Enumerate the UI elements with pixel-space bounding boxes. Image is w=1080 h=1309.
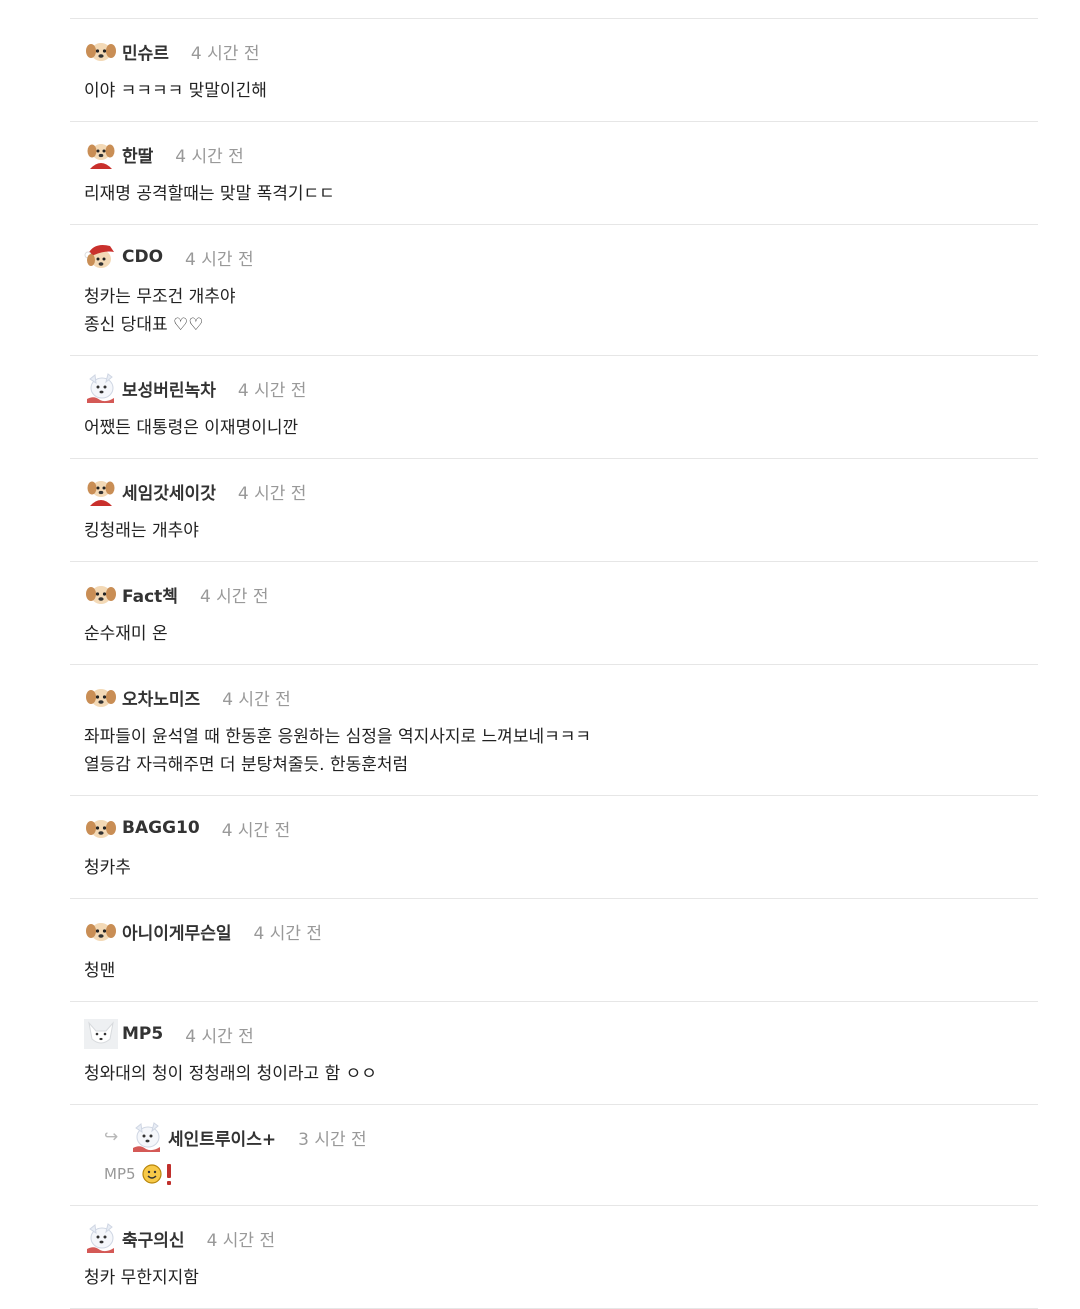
- comment-item: BAGG10 4 시간 전 청카추: [70, 796, 1038, 899]
- timestamp: 4 시간 전: [237, 380, 307, 401]
- reply-arrow-icon: ↪: [104, 1127, 119, 1147]
- comment-item: 한딸 4 시간 전 리재명 공격할때는 맞말 폭격기ㄷㄷ: [70, 122, 1038, 225]
- timestamp: 3 시간 전: [298, 1129, 367, 1150]
- white-dog-icon[interactable]: [84, 1223, 118, 1253]
- nickname[interactable]: CDO: [122, 247, 163, 267]
- comment-item: CDO 4 시간 전 청카는 무조건 개추야 종신 당대표 ♡♡: [70, 225, 1038, 356]
- comment-meta: 아니이게무슨일 4 시간 전: [84, 917, 1038, 945]
- comment-item: 민슈르 4 시간 전 이야 ㅋㅋㅋㅋ 맞말이긴해: [70, 19, 1038, 122]
- comment-text: 청와대의 청이 정청래의 청이라고 함 ㅇㅇ: [84, 1064, 377, 1084]
- comment-text: 어쨌든 대통령은 이재명이니깐: [84, 418, 299, 438]
- nickname[interactable]: 오차노미즈: [122, 685, 200, 710]
- comment-item: 아니이게무슨일 4 시간 전 청맨: [70, 899, 1038, 1002]
- timestamp: 4 시간 전: [253, 923, 323, 944]
- reply-text: MP5: [104, 1159, 1038, 1189]
- timestamp: 4 시간 전: [221, 820, 291, 841]
- puppy-icon[interactable]: [84, 916, 118, 946]
- white-fox-icon[interactable]: [84, 1019, 118, 1049]
- puppy-icon[interactable]: [84, 36, 118, 66]
- comment-meta: CDO 4 시간 전: [84, 243, 1038, 271]
- comment-text: 순수재미 온: [84, 624, 168, 644]
- comment-meta: BAGG10 4 시간 전: [84, 814, 1038, 842]
- comment-text: 청카 무한지지함: [84, 1268, 199, 1288]
- santa-puppy-icon[interactable]: [84, 242, 118, 272]
- nickname[interactable]: 세임갓세이갓: [122, 479, 216, 504]
- timestamp: 4 시간 전: [190, 43, 260, 64]
- comment-meta: 세임갓세이갓 4 시간 전: [84, 477, 1038, 505]
- comment-meta: 보성버린녹차 4 시간 전: [84, 374, 1038, 402]
- comment-text: 킹청래는 개추야: [84, 521, 199, 541]
- puppy-icon[interactable]: [84, 682, 118, 712]
- comment-text: 청카는 무조건 개추야 종신 당대표 ♡♡: [84, 287, 236, 335]
- comment-item: MP5 4 시간 전 청와대의 청이 정청래의 청이라고 함 ㅇㅇ: [70, 1002, 1038, 1105]
- white-dog-icon[interactable]: [84, 373, 118, 403]
- comment-meta: 한딸 4 시간 전: [84, 140, 1038, 168]
- nickname[interactable]: MP5: [122, 1024, 163, 1044]
- puppy-red-icon[interactable]: [84, 139, 118, 169]
- timestamp: 4 시간 전: [185, 1026, 254, 1047]
- timestamp: 4 시간 전: [222, 689, 291, 710]
- reply-item: ↪ 세인트루이스+ 3 시간 전 MP5: [70, 1105, 1038, 1206]
- comment-item: 축구의신 4 시간 전 청카 무한지지함: [70, 1206, 1038, 1309]
- comment-item: 오차노미즈 4 시간 전 좌파들이 윤석열 때 한동훈 응원하는 심정을 역지사…: [70, 665, 1038, 796]
- timestamp: 4 시간 전: [175, 146, 244, 167]
- comment-item: 세임갓세이갓 4 시간 전 킹청래는 개추야: [70, 459, 1038, 562]
- comment-text: 청카추: [84, 858, 131, 878]
- comment-item: Fact첵 4 시간 전 순수재미 온: [70, 562, 1038, 665]
- nickname[interactable]: 축구의신: [122, 1226, 185, 1251]
- comment-text: 좌파들이 윤석열 때 한동훈 응원하는 심정을 역지사지로 느껴보네ㅋㅋㅋ 열등…: [84, 727, 592, 775]
- puppy-red-icon[interactable]: [84, 476, 118, 506]
- nickname[interactable]: 한딸: [122, 142, 153, 167]
- comment-meta: Fact첵 4 시간 전: [84, 580, 1038, 608]
- comment-meta: 민슈르 4 시간 전: [84, 37, 1038, 65]
- timestamp: 4 시간 전: [206, 1230, 276, 1251]
- puppy-icon[interactable]: [84, 579, 118, 609]
- comment-meta: MP5 4 시간 전: [84, 1020, 1038, 1048]
- nickname[interactable]: 민슈르: [122, 39, 169, 64]
- nickname[interactable]: 아니이게무슨일: [122, 919, 231, 944]
- white-dog-icon[interactable]: [130, 1122, 164, 1152]
- nickname[interactable]: 보성버린녹차: [122, 376, 216, 401]
- mention-tag[interactable]: MP5: [104, 1165, 136, 1183]
- nickname[interactable]: BAGG10: [122, 818, 200, 838]
- puppy-icon[interactable]: [84, 813, 118, 843]
- comment-text: 이야 ㅋㅋㅋㅋ 맞말이긴해: [84, 81, 267, 101]
- comment-list: 민슈르 4 시간 전 이야 ㅋㅋㅋㅋ 맞말이긴해 한딸 4 시간 전 리재명 공…: [70, 18, 1038, 1309]
- comment-item: 보성버린녹차 4 시간 전 어쨌든 대통령은 이재명이니깐: [70, 356, 1038, 459]
- comment-text: 리재명 공격할때는 맞말 폭격기ㄷㄷ: [84, 184, 335, 204]
- comment-meta: 오차노미즈 4 시간 전: [84, 683, 1038, 711]
- nickname[interactable]: Fact첵: [122, 582, 178, 607]
- smile-exclaim-icon: [142, 1161, 178, 1187]
- nickname[interactable]: 세인트루이스+: [168, 1125, 276, 1150]
- comment-text: 청맨: [84, 961, 116, 981]
- timestamp: 4 시간 전: [185, 249, 254, 270]
- comment-meta: 축구의신 4 시간 전: [84, 1224, 1038, 1252]
- timestamp: 4 시간 전: [237, 483, 307, 504]
- timestamp: 4 시간 전: [199, 586, 269, 607]
- comment-meta: ↪ 세인트루이스+ 3 시간 전: [104, 1123, 1038, 1151]
